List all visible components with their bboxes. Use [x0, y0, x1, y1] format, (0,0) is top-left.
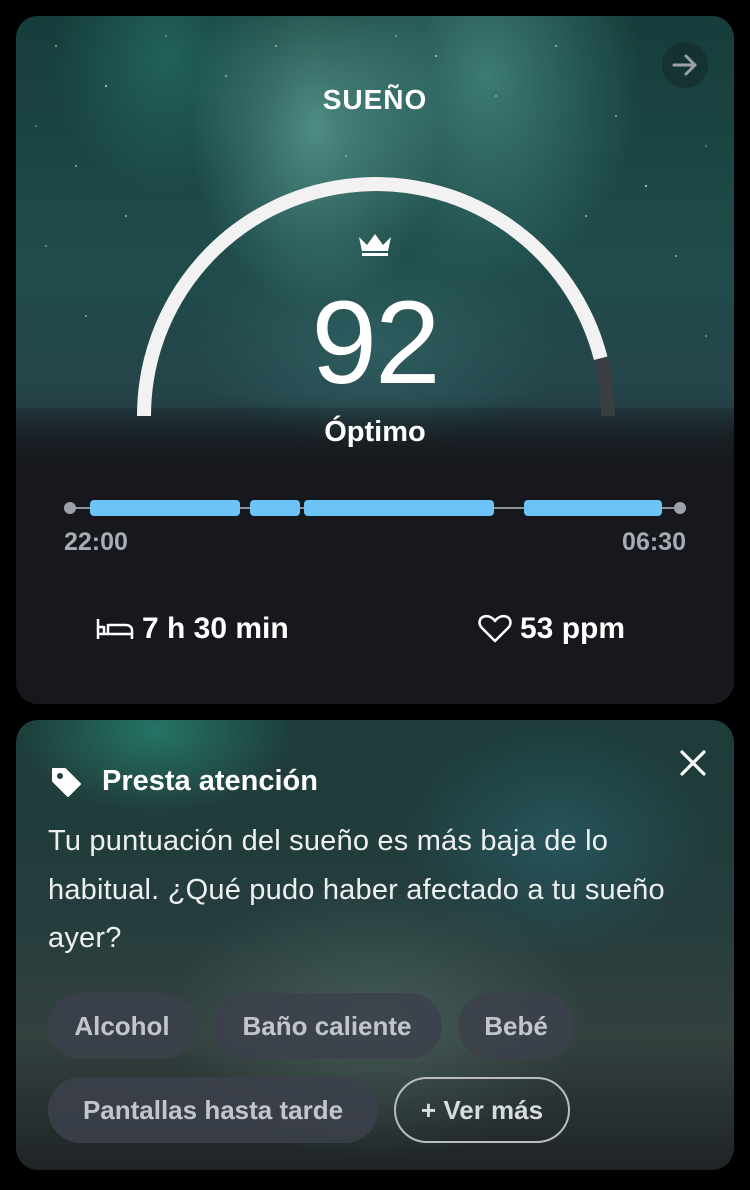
bed-icon — [96, 619, 134, 639]
crown-icon — [359, 234, 391, 256]
sleep-segment — [90, 500, 240, 516]
attention-header: Presta atención — [50, 765, 318, 798]
chip-hot-bath[interactable]: Baño caliente — [212, 993, 442, 1059]
sleep-card[interactable]: SUEÑO 92 Óptimo 22:00 06:30 7 h 30 min 5… — [16, 16, 734, 704]
heart-icon — [478, 614, 512, 643]
sleep-quality-label: Óptimo — [324, 416, 426, 448]
open-details-button[interactable] — [662, 42, 708, 88]
tag-icon — [52, 767, 81, 797]
sleep-segment — [304, 500, 494, 516]
sleep-duration: 7 h 30 min — [96, 612, 289, 646]
attention-message: Tu puntuación del sueño es más baja de l… — [48, 825, 665, 954]
close-icon[interactable] — [676, 746, 710, 780]
card-title: SUEÑO — [322, 84, 428, 115]
bedtime-label: 22:00 — [64, 528, 128, 556]
timeline-end-dot — [674, 502, 686, 514]
heart-rate-value: 53 ppm — [520, 612, 626, 645]
resting-heart-rate: 53 ppm — [478, 612, 625, 646]
chip-alcohol[interactable]: Alcohol — [48, 993, 196, 1059]
arrow-right-icon — [672, 54, 697, 76]
chip-baby[interactable]: Bebé — [458, 993, 574, 1059]
duration-value: 7 h 30 min — [142, 612, 289, 645]
attention-title: Presta atención — [102, 765, 318, 797]
sleep-segment — [524, 500, 662, 516]
timeline-start-dot — [64, 502, 76, 514]
chip-late-screens[interactable]: Pantallas hasta tarde — [48, 1077, 378, 1143]
sleep-timeline — [64, 500, 686, 516]
see-more-button[interactable]: + Ver más — [394, 1077, 570, 1143]
sleep-score: 92 — [311, 277, 440, 409]
attention-card: Presta atención Tu puntuación del sueño … — [16, 720, 734, 1170]
wake-time-label: 06:30 — [622, 528, 686, 556]
sleep-segment — [250, 500, 300, 516]
